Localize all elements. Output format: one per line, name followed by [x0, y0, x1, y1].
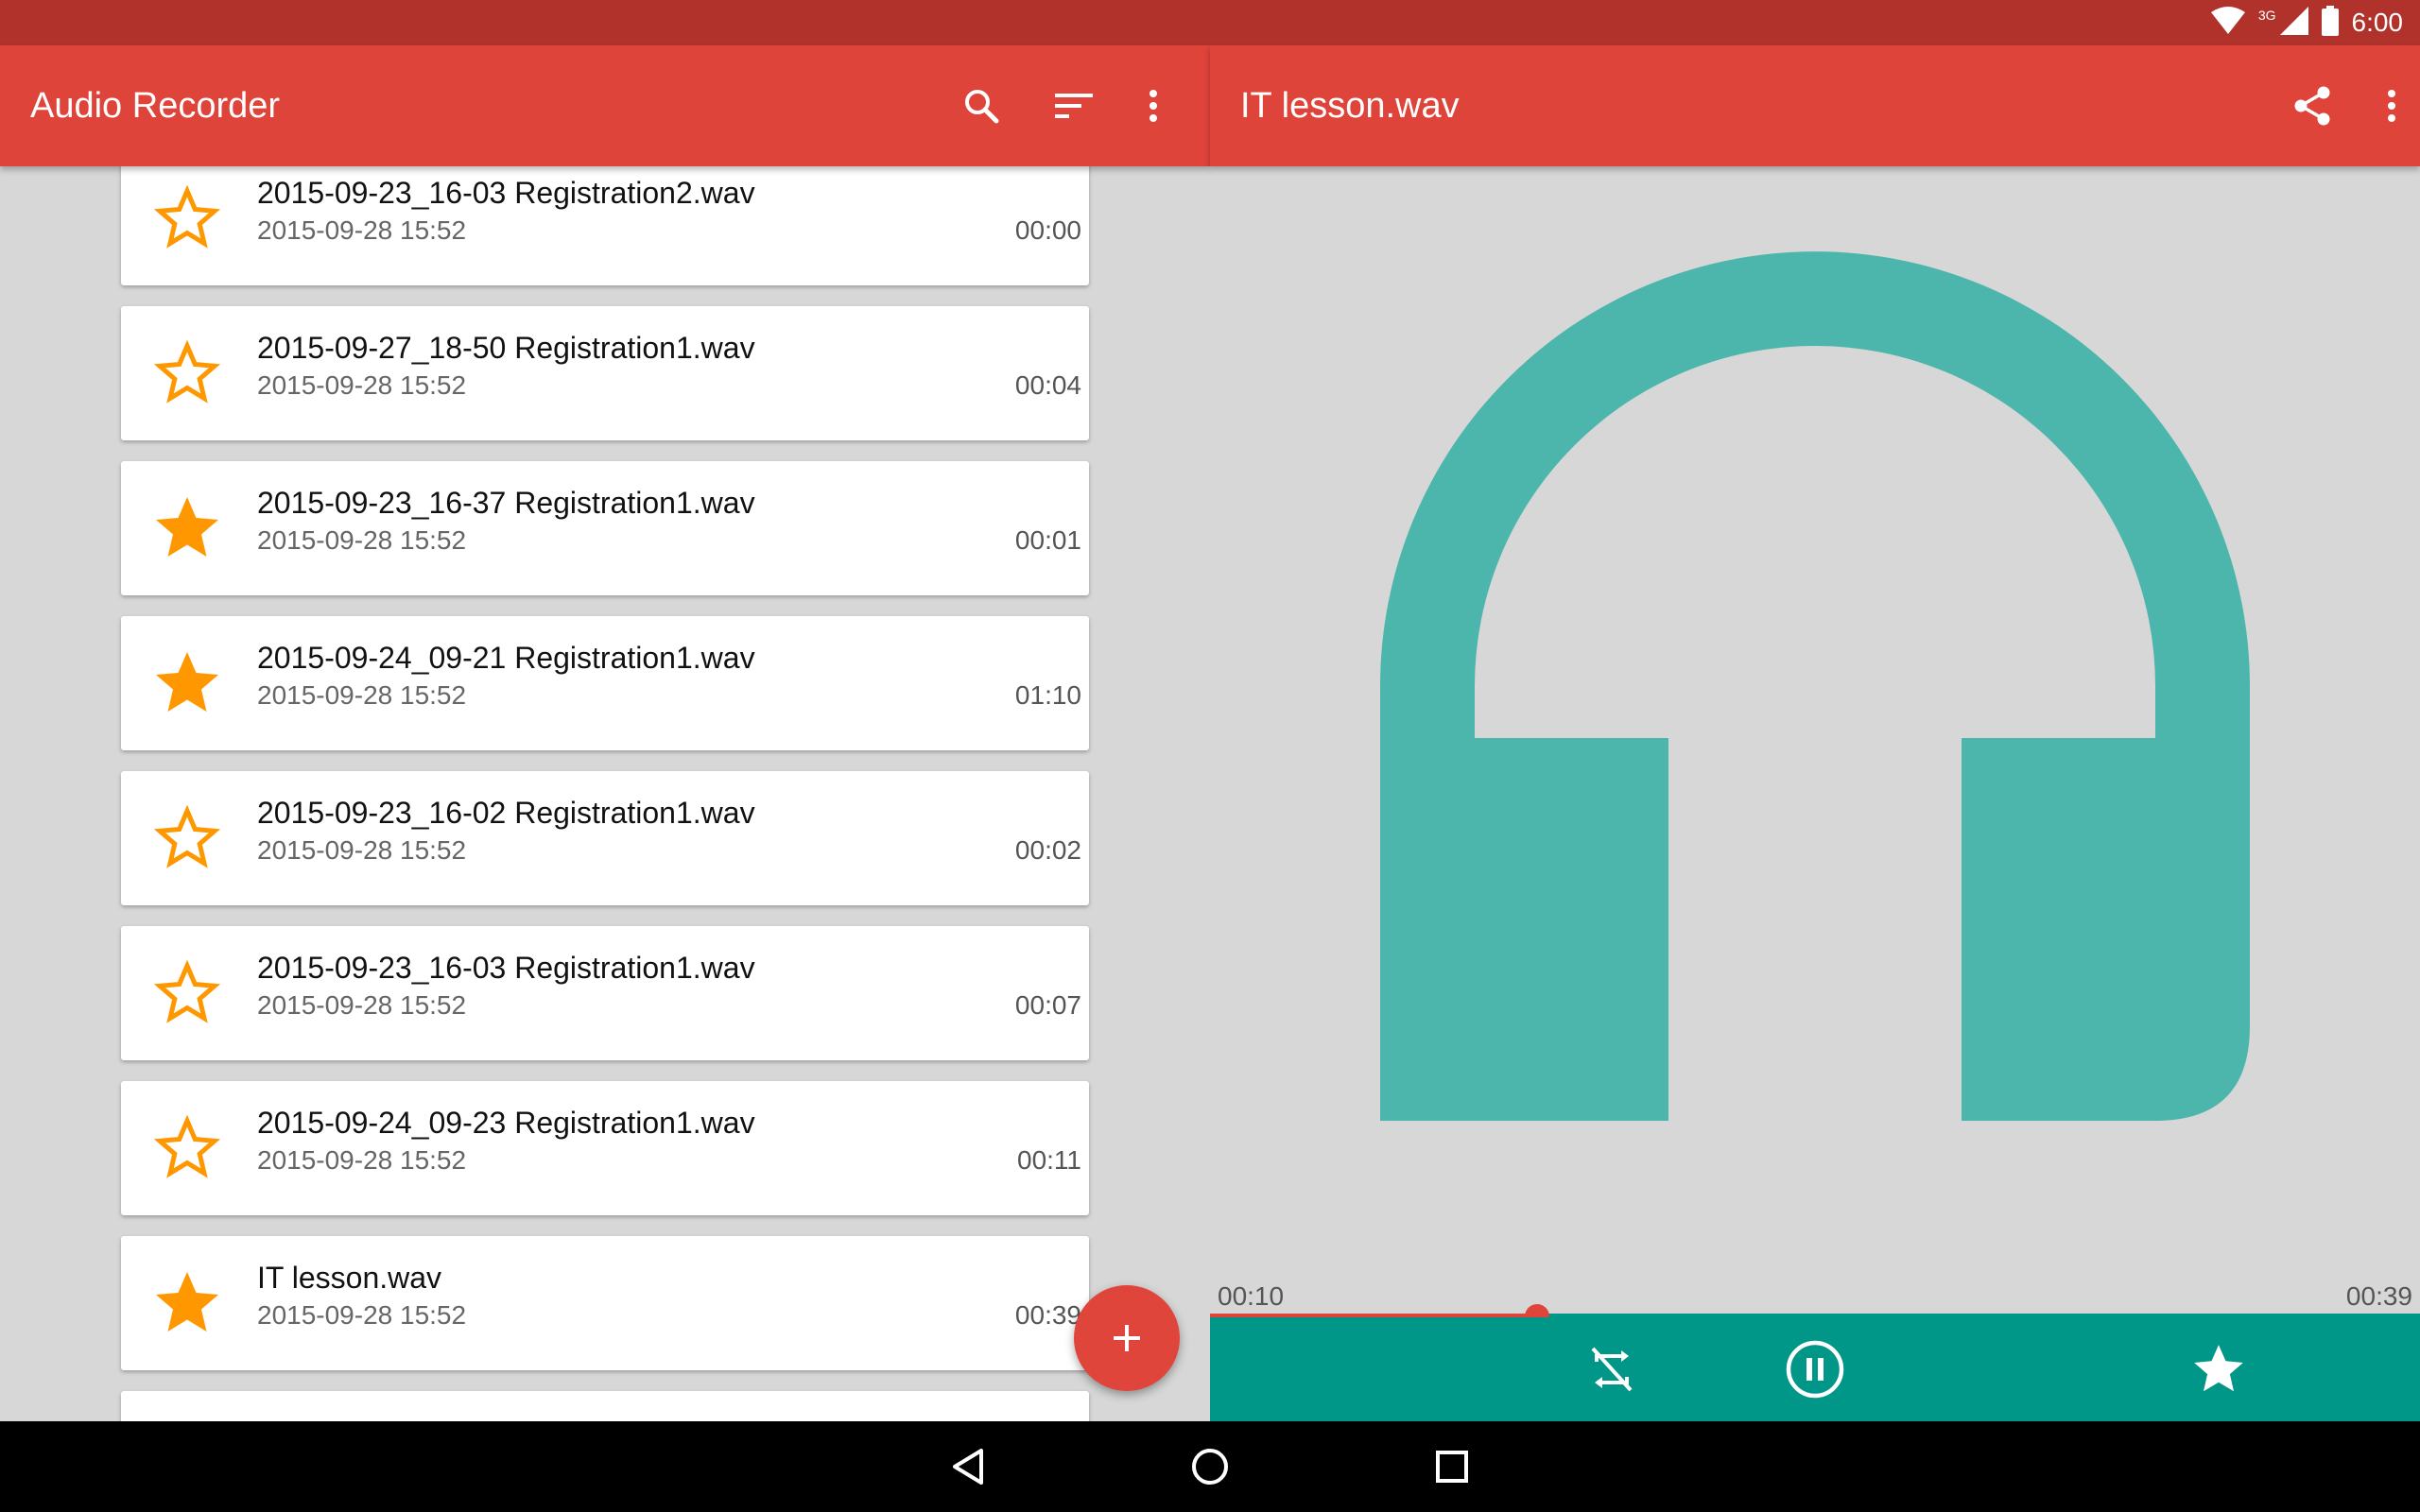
- recording-card[interactable]: 2015-09-27_18-50 Registration1.wav 2015-0…: [121, 306, 1089, 440]
- recording-duration: 00:39: [1014, 1300, 1081, 1330]
- player-panel: 00:10 00:39: [1210, 166, 2420, 1421]
- star-outline-icon[interactable]: [149, 1111, 225, 1187]
- star-outline-icon[interactable]: [149, 336, 225, 412]
- star-icon: [2194, 1345, 2243, 1392]
- recording-duration: 01:10: [1014, 680, 1081, 710]
- favorite-button[interactable]: [2186, 1336, 2252, 1402]
- repeat-off-icon: [1591, 1347, 1633, 1392]
- recording-duration: 00:01: [1014, 525, 1081, 555]
- recording-name: 2015-09-23_16-03 Registration1.wav: [257, 951, 755, 985]
- player-more-options-icon[interactable]: [2363, 77, 2420, 134]
- recording-card[interactable]: 2015-09-23_16-02 Registration1.wav 2015-0…: [121, 771, 1089, 905]
- recording-duration: 00:07: [1014, 990, 1081, 1020]
- recording-date: 2015-09-28 15:52: [257, 525, 467, 555]
- recording-card[interactable]: IT lesson.wav 2015-09-28 15:52 00:39: [121, 1236, 1089, 1370]
- recordings-list-panel: 2015-09-23_16-03 Registration2.wav 2015-0…: [0, 166, 1210, 1421]
- wifi-icon: [2210, 6, 2245, 40]
- recording-date: 2015-09-28 15:52: [257, 1145, 467, 1175]
- recording-name: IT lesson.wav: [257, 1261, 442, 1295]
- recording-date: 2015-09-28 15:52: [257, 1300, 467, 1330]
- recording-card[interactable]: 2015-09-23_16-37 Registration1.wav 2015-0…: [121, 461, 1089, 595]
- recording-name: 2015-09-23_16-37 Registration1.wav: [257, 486, 755, 520]
- recording-date: 2015-09-28 15:52: [257, 370, 467, 400]
- star-outline-icon[interactable]: [149, 181, 225, 257]
- navigation-bar: [0, 1421, 2420, 1512]
- recording-card[interactable]: 2015-09-23_16-03 Registration1.wav 2015-0…: [121, 926, 1089, 1060]
- recording-date: 2015-09-28 15:52: [257, 215, 467, 245]
- back-button[interactable]: [942, 1440, 994, 1493]
- repeat-off-button[interactable]: [1579, 1336, 1645, 1402]
- recents-icon: [1436, 1451, 1468, 1483]
- elapsed-time: 00:10: [1218, 1281, 1285, 1311]
- recording-name: 2015-09-24_09-23 Registration1.wav: [257, 1106, 755, 1140]
- status-time: 6:00: [2351, 8, 2404, 37]
- recording-name: 2015-09-23_16-02 Registration1.wav: [257, 796, 755, 830]
- total-time: 00:39: [2345, 1281, 2412, 1311]
- sort-icon[interactable]: [1046, 77, 1102, 134]
- pause-icon: [1786, 1340, 1844, 1399]
- recording-duration: 00:00: [1014, 215, 1081, 245]
- player-app-bar: IT lesson.wav: [1210, 45, 2420, 166]
- home-button[interactable]: [1184, 1440, 1236, 1493]
- status-bar: 3G 6:00: [0, 0, 2420, 45]
- star-filled-icon[interactable]: [149, 1266, 225, 1342]
- recording-card[interactable]: 2015-09-24_09-21 Registration1.wav 2015-0…: [121, 616, 1089, 750]
- recents-button[interactable]: [1426, 1440, 1478, 1493]
- more-options-icon[interactable]: [1125, 77, 1182, 134]
- recording-duration: 00:04: [1014, 370, 1081, 400]
- signal-icon: [2279, 6, 2308, 40]
- recordings-list: 2015-09-23_16-03 Registration2.wav 2015-0…: [121, 166, 1089, 1421]
- app-bar: Audio Recorder: [0, 45, 1210, 166]
- recording-card[interactable]: 2015-09-24_09-23 Registration1.wav 2015-0…: [121, 1081, 1089, 1215]
- star-outline-icon[interactable]: [149, 801, 225, 877]
- recording-name: 2015-09-23_16-03 Registration2.wav: [257, 176, 755, 210]
- pause-button[interactable]: [1782, 1336, 1848, 1402]
- star-outline-icon[interactable]: [149, 956, 225, 1032]
- battery-icon: [2321, 5, 2339, 41]
- recording-name: 2015-09-27_18-50 Registration1.wav: [257, 331, 755, 365]
- headphones-icon: [1380, 214, 2250, 1140]
- new-recording-button[interactable]: [1074, 1285, 1180, 1391]
- star-filled-icon[interactable]: [149, 491, 225, 567]
- recording-date: 2015-09-28 15:52: [257, 835, 467, 865]
- player-title: IT lesson.wav: [1240, 86, 1460, 126]
- search-icon[interactable]: [953, 77, 1010, 134]
- recording-card[interactable]: 2015-09-23_16-03 Registration2.wav 2015-0…: [121, 166, 1089, 285]
- home-icon: [1192, 1449, 1228, 1485]
- recording-date: 2015-09-28 15:52: [257, 990, 467, 1020]
- star-filled-icon[interactable]: [149, 646, 225, 722]
- share-icon[interactable]: [2284, 77, 2341, 134]
- recording-card[interactable]: [121, 1391, 1089, 1421]
- player-controls: [1210, 1317, 2420, 1421]
- status-icons: 3G 6:00: [2210, 5, 2404, 41]
- network-type-label: 3G: [2257, 8, 2276, 23]
- recording-date: 2015-09-28 15:52: [257, 680, 467, 710]
- back-icon: [953, 1449, 983, 1485]
- plus-icon: [1114, 1325, 1140, 1351]
- app-title: Audio Recorder: [30, 86, 281, 126]
- headphones-shape: [1380, 251, 2250, 1121]
- recording-duration: 00:02: [1014, 835, 1081, 865]
- recording-duration: 00:11: [1017, 1145, 1081, 1175]
- recording-name: 2015-09-24_09-21 Registration1.wav: [257, 641, 755, 675]
